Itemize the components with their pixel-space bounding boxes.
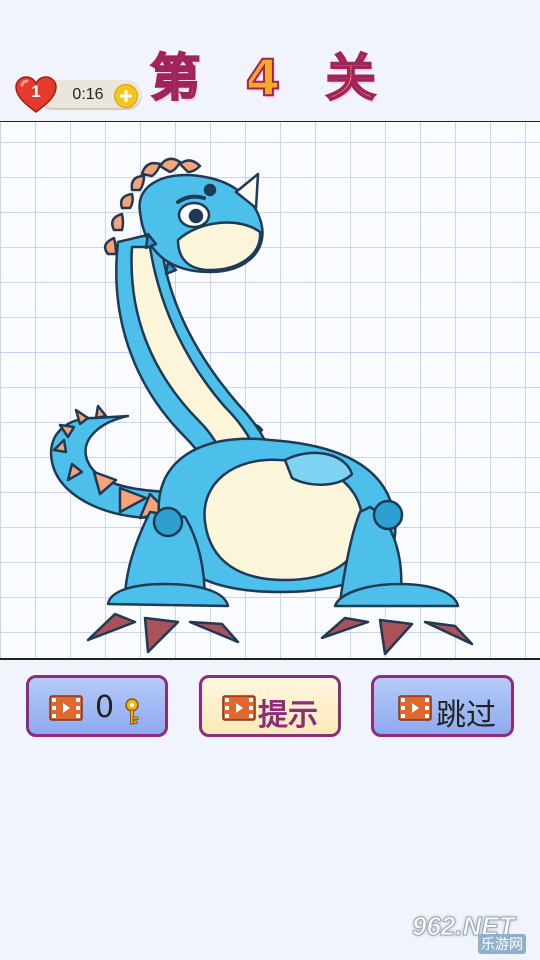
hint-button[interactable]: 提示	[199, 675, 341, 737]
video-icon	[49, 695, 83, 721]
key-count: 0	[95, 690, 115, 725]
skip-button[interactable]: 跳过	[371, 675, 514, 737]
skip-label: 跳过	[436, 698, 496, 733]
plus-icon	[120, 90, 132, 102]
top-bar: 第 4 关 1 0:16	[0, 0, 540, 120]
timer: 0:16	[72, 86, 104, 103]
dinosaur-illustration	[49, 157, 474, 656]
lives-count: 1	[31, 82, 41, 101]
video-icon	[398, 695, 432, 721]
add-time-button[interactable]	[114, 84, 138, 108]
drawing-canvas[interactable]	[0, 122, 540, 659]
divider	[0, 658, 540, 660]
hint-label: 提示	[258, 698, 318, 733]
video-icon	[222, 695, 256, 721]
watch-video-for-key-button[interactable]: 0	[26, 675, 168, 737]
watermark-subtitle: 乐游网	[478, 934, 526, 954]
key-icon	[125, 698, 139, 725]
